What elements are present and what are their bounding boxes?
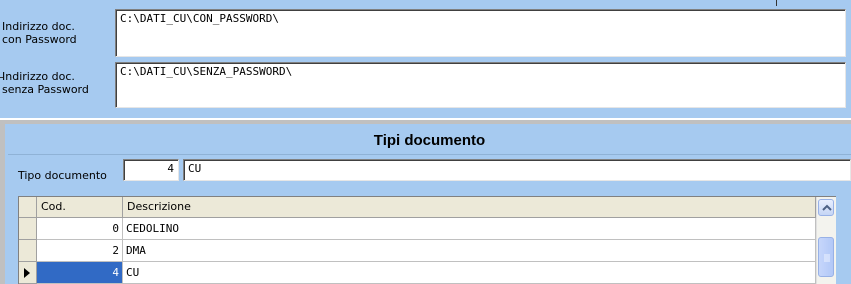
cell-code[interactable]: 2 (37, 240, 123, 262)
row-indicator[interactable] (19, 218, 37, 240)
document-type-description-field[interactable]: CU (183, 159, 851, 181)
cell-code-selected[interactable]: 4 (37, 262, 123, 284)
scroll-thumb[interactable] (818, 237, 834, 277)
cell-description[interactable]: DMA (123, 240, 816, 262)
with-password-label: Indirizzo doc. con Password (2, 20, 77, 46)
document-type-label: Tipo documento (18, 169, 107, 182)
document-type-code-field[interactable]: 4 (123, 159, 179, 181)
cell-description[interactable]: CU (123, 262, 816, 284)
grip-icon (824, 254, 830, 262)
column-header-code[interactable]: Cod. (37, 197, 123, 218)
cell-code[interactable]: 0 (37, 218, 123, 240)
with-password-path-field[interactable]: C:\DATI_CU\CON_PASSWORD\ (115, 9, 846, 57)
chevron-up-icon (822, 204, 832, 211)
row-indicator-current[interactable] (19, 262, 37, 284)
row-indicator[interactable] (19, 240, 37, 262)
without-password-label: Indirizzo doc. senza Password (2, 70, 89, 96)
cell-description[interactable]: CEDOLINO (123, 218, 816, 240)
without-password-path-field[interactable]: C:\DATI_CU\SENZA_PASSWORD\ (115, 62, 846, 108)
grid-corner-header (19, 197, 37, 218)
separator-tick (776, 0, 777, 6)
section-title: Tipi documento (8, 127, 851, 155)
scroll-up-button[interactable] (818, 199, 834, 216)
triangle-right-icon (24, 268, 30, 278)
column-header-description[interactable]: Descrizione (123, 197, 816, 218)
